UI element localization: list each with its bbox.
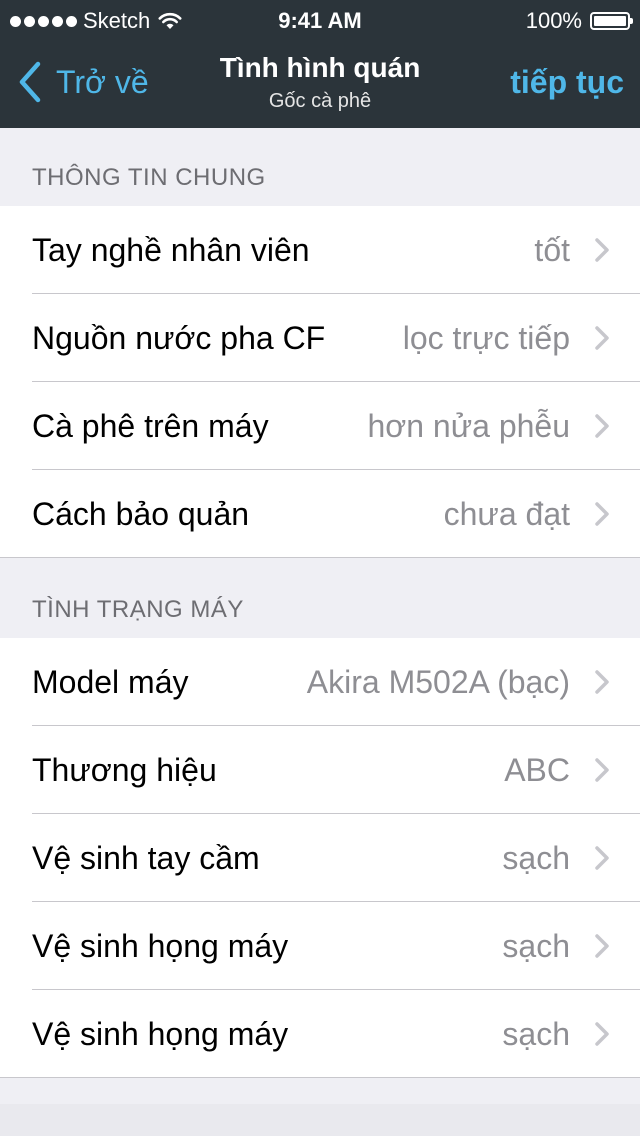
chevron-right-icon <box>595 414 609 438</box>
row-label: Nguồn nước pha CF <box>32 319 326 356</box>
general-info-group: Tay nghề nhân viên tốt Nguồn nước pha CF… <box>0 206 640 558</box>
chevron-right-icon <box>595 670 609 694</box>
bottom-bar <box>0 1104 640 1136</box>
row-label: Vệ sinh họng máy <box>32 927 289 964</box>
row-divider <box>0 1077 640 1078</box>
chevron-right-icon <box>595 1022 609 1046</box>
row-storage-method[interactable]: Cách bảo quản chưa đạt <box>0 470 640 558</box>
row-group-head-cleaning[interactable]: Vệ sinh họng máy sạch <box>0 902 640 990</box>
machine-status-group: Model máy Akira M502A (bạc) Thương hiệu … <box>0 638 640 1078</box>
row-water-source[interactable]: Nguồn nước pha CF lọc trực tiếp <box>0 294 640 382</box>
chevron-right-icon <box>595 502 609 526</box>
row-coffee-on-machine[interactable]: Cà phê trên máy hơn nửa phễu <box>0 382 640 470</box>
row-group-head-cleaning-2[interactable]: Vệ sinh họng máy sạch <box>0 990 640 1078</box>
row-staff-skill[interactable]: Tay nghề nhân viên tốt <box>0 206 640 294</box>
chevron-right-icon <box>595 758 609 782</box>
chevron-right-icon <box>595 934 609 958</box>
row-value: sạch <box>502 927 570 964</box>
row-label: Tay nghề nhân viên <box>32 231 310 268</box>
row-label: Model máy <box>32 663 189 700</box>
navigation-bar: Sketch 9:41 AM 100% Trở về Tình hình quá… <box>0 0 640 128</box>
row-label: Cà phê trên máy <box>32 407 269 444</box>
row-label: Thương hiệu <box>32 751 217 788</box>
row-value: tốt <box>534 231 570 268</box>
status-bar: Sketch 9:41 AM 100% <box>0 0 640 40</box>
section-header-machine-status: TÌNH TRẠNG MÁY <box>32 596 244 623</box>
row-label: Cách bảo quản <box>32 495 250 532</box>
chevron-right-icon <box>595 326 609 350</box>
row-value: hơn nửa phễu <box>367 407 570 444</box>
row-value: chưa đạt <box>443 495 570 532</box>
row-value: sạch <box>502 839 570 876</box>
row-value: lọc trực tiếp <box>402 319 570 356</box>
continue-button[interactable]: tiếp tục <box>510 64 624 101</box>
row-brand[interactable]: Thương hiệu ABC <box>0 726 640 814</box>
row-machine-model[interactable]: Model máy Akira M502A (bạc) <box>0 638 640 726</box>
row-value: sạch <box>502 1015 570 1052</box>
battery-icon <box>590 12 633 30</box>
chevron-right-icon <box>595 846 609 870</box>
chevron-right-icon <box>595 238 609 262</box>
section-header-general: THÔNG TIN CHUNG <box>32 164 266 191</box>
row-value: ABC <box>504 751 570 788</box>
row-label: Vệ sinh tay cầm <box>32 839 260 876</box>
battery-percentage: 100% <box>525 8 582 33</box>
row-value: Akira M502A (bạc) <box>306 663 570 700</box>
row-label: Vệ sinh họng máy <box>32 1015 289 1052</box>
row-handle-cleaning[interactable]: Vệ sinh tay cầm sạch <box>0 814 640 902</box>
row-divider <box>0 557 640 558</box>
status-right: 100% <box>525 8 633 34</box>
